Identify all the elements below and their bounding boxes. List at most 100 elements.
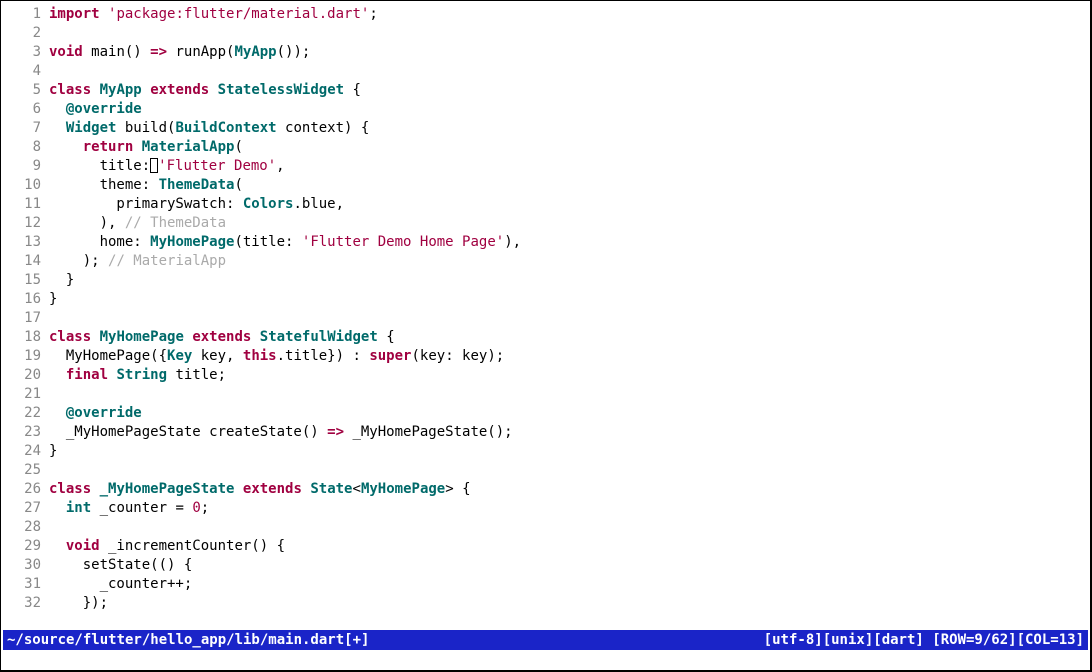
line-content[interactable]: MyHomePage({Key key, this.title}) : supe… <box>49 347 1090 366</box>
line-number: 29 <box>1 537 49 556</box>
token-op: theme: <box>49 177 159 193</box>
code-line[interactable]: 3void main() => runApp(MyApp()); <box>1 43 1090 62</box>
line-content[interactable]: } <box>49 442 1090 461</box>
line-content[interactable] <box>49 24 1090 43</box>
line-content[interactable]: setState(() { <box>49 556 1090 575</box>
line-content[interactable]: import 'package:flutter/material.dart'; <box>49 5 1090 24</box>
code-line[interactable]: 4 <box>1 62 1090 81</box>
code-line[interactable]: 30 setState(() { <box>1 556 1090 575</box>
line-content[interactable]: void main() => runApp(MyApp()); <box>49 43 1090 62</box>
line-content[interactable]: ), // ThemeData <box>49 214 1090 233</box>
line-content[interactable]: home: MyHomePage(title: 'Flutter Demo Ho… <box>49 233 1090 252</box>
token-kw: extends <box>243 481 302 497</box>
token-str: 'package:flutter/material.dart' <box>108 6 369 22</box>
code-line[interactable]: 23 _MyHomePageState createState() => _My… <box>1 423 1090 442</box>
token-cmt: // MaterialApp <box>108 253 226 269</box>
line-content[interactable] <box>49 461 1090 480</box>
line-content[interactable]: final String title; <box>49 366 1090 385</box>
line-content[interactable]: primarySwatch: Colors.blue, <box>49 195 1090 214</box>
token-str: 'Flutter Demo' <box>158 158 276 174</box>
token-op <box>49 538 66 554</box>
status-position: [ROW=9/62][COL=13] <box>932 632 1084 648</box>
token-kw: import <box>49 6 100 22</box>
line-content[interactable]: title:'Flutter Demo', <box>49 157 1090 176</box>
code-line[interactable]: 11 primarySwatch: Colors.blue, <box>1 195 1090 214</box>
line-number: 19 <box>1 347 49 366</box>
token-op <box>142 82 150 98</box>
code-line[interactable]: 15 } <box>1 271 1090 290</box>
code-line[interactable]: 32 }); <box>1 594 1090 613</box>
code-line[interactable]: 24} <box>1 442 1090 461</box>
token-op <box>133 139 141 155</box>
line-number: 14 <box>1 252 49 271</box>
line-number: 32 <box>1 594 49 613</box>
code-line[interactable]: 25 <box>1 461 1090 480</box>
code-line[interactable]: 28 <box>1 518 1090 537</box>
line-content[interactable]: int _counter = 0; <box>49 499 1090 518</box>
line-content[interactable]: return MaterialApp( <box>49 138 1090 157</box>
token-thiskw: this <box>243 348 277 364</box>
line-content[interactable]: void _incrementCounter() { <box>49 537 1090 556</box>
token-kw: return <box>83 139 134 155</box>
code-line[interactable]: 7 Widget build(BuildContext context) { <box>1 119 1090 138</box>
code-line[interactable]: 6 @override <box>1 100 1090 119</box>
line-content[interactable]: } <box>49 271 1090 290</box>
token-op: (key: key); <box>411 348 504 364</box>
code-line[interactable]: 9 title:'Flutter Demo', <box>1 157 1090 176</box>
line-number: 18 <box>1 328 49 347</box>
code-line[interactable]: 27 int _counter = 0; <box>1 499 1090 518</box>
line-content[interactable]: }); <box>49 594 1090 613</box>
code-line[interactable]: 26class _MyHomePageState extends State<M… <box>1 480 1090 499</box>
token-op: < <box>353 481 361 497</box>
line-content[interactable]: _MyHomePageState createState() => _MyHom… <box>49 423 1090 442</box>
code-line[interactable]: 22 @override <box>1 404 1090 423</box>
code-line[interactable]: 29 void _incrementCounter() { <box>1 537 1090 556</box>
code-line[interactable]: 1import 'package:flutter/material.dart'; <box>1 5 1090 24</box>
line-content[interactable]: class MyHomePage extends StatefulWidget … <box>49 328 1090 347</box>
line-number: 22 <box>1 404 49 423</box>
token-op: , <box>276 158 284 174</box>
token-kw: class <box>49 329 91 345</box>
line-content[interactable] <box>49 309 1090 328</box>
code-line[interactable]: 19 MyHomePage({Key key, this.title}) : s… <box>1 347 1090 366</box>
line-content[interactable] <box>49 62 1090 81</box>
token-op: () <box>125 44 150 60</box>
token-typ: int <box>66 500 91 516</box>
line-content[interactable]: @override <box>49 404 1090 423</box>
token-kw: extends <box>192 329 251 345</box>
code-line[interactable]: 31 _counter++; <box>1 575 1090 594</box>
line-content[interactable]: ); // MaterialApp <box>49 252 1090 271</box>
code-line[interactable]: 18class MyHomePage extends StatefulWidge… <box>1 328 1090 347</box>
line-content[interactable]: _counter++; <box>49 575 1090 594</box>
code-line[interactable]: 17 <box>1 309 1090 328</box>
token-op: title; <box>167 367 226 383</box>
code-line[interactable]: 13 home: MyHomePage(title: 'Flutter Demo… <box>1 233 1090 252</box>
token-op: _counter = <box>91 500 192 516</box>
code-line[interactable]: 2 <box>1 24 1090 43</box>
code-line[interactable]: 12 ), // ThemeData <box>1 214 1090 233</box>
code-line[interactable]: 8 return MaterialApp( <box>1 138 1090 157</box>
token-op: _MyHomePageState createState() <box>49 424 327 440</box>
token-typ: BuildContext <box>175 120 276 136</box>
line-content[interactable]: } <box>49 290 1090 309</box>
line-number: 8 <box>1 138 49 157</box>
line-number: 28 <box>1 518 49 537</box>
code-line[interactable]: 21 <box>1 385 1090 404</box>
code-line[interactable]: 5class MyApp extends StatelessWidget { <box>1 81 1090 100</box>
line-content[interactable]: class _MyHomePageState extends State<MyH… <box>49 480 1090 499</box>
code-area[interactable]: 1import 'package:flutter/material.dart';… <box>1 1 1090 613</box>
line-content[interactable]: @override <box>49 100 1090 119</box>
code-line[interactable]: 20 final String title; <box>1 366 1090 385</box>
code-line[interactable]: 10 theme: ThemeData( <box>1 176 1090 195</box>
token-op: { <box>344 82 361 98</box>
line-content[interactable] <box>49 518 1090 537</box>
line-content[interactable] <box>49 385 1090 404</box>
line-number: 6 <box>1 100 49 119</box>
line-content[interactable]: class MyApp extends StatelessWidget { <box>49 81 1090 100</box>
code-line[interactable]: 14 ); // MaterialApp <box>1 252 1090 271</box>
code-line[interactable]: 16} <box>1 290 1090 309</box>
line-content[interactable]: Widget build(BuildContext context) { <box>49 119 1090 138</box>
token-op: (title: <box>234 234 301 250</box>
token-op <box>251 329 259 345</box>
line-content[interactable]: theme: ThemeData( <box>49 176 1090 195</box>
